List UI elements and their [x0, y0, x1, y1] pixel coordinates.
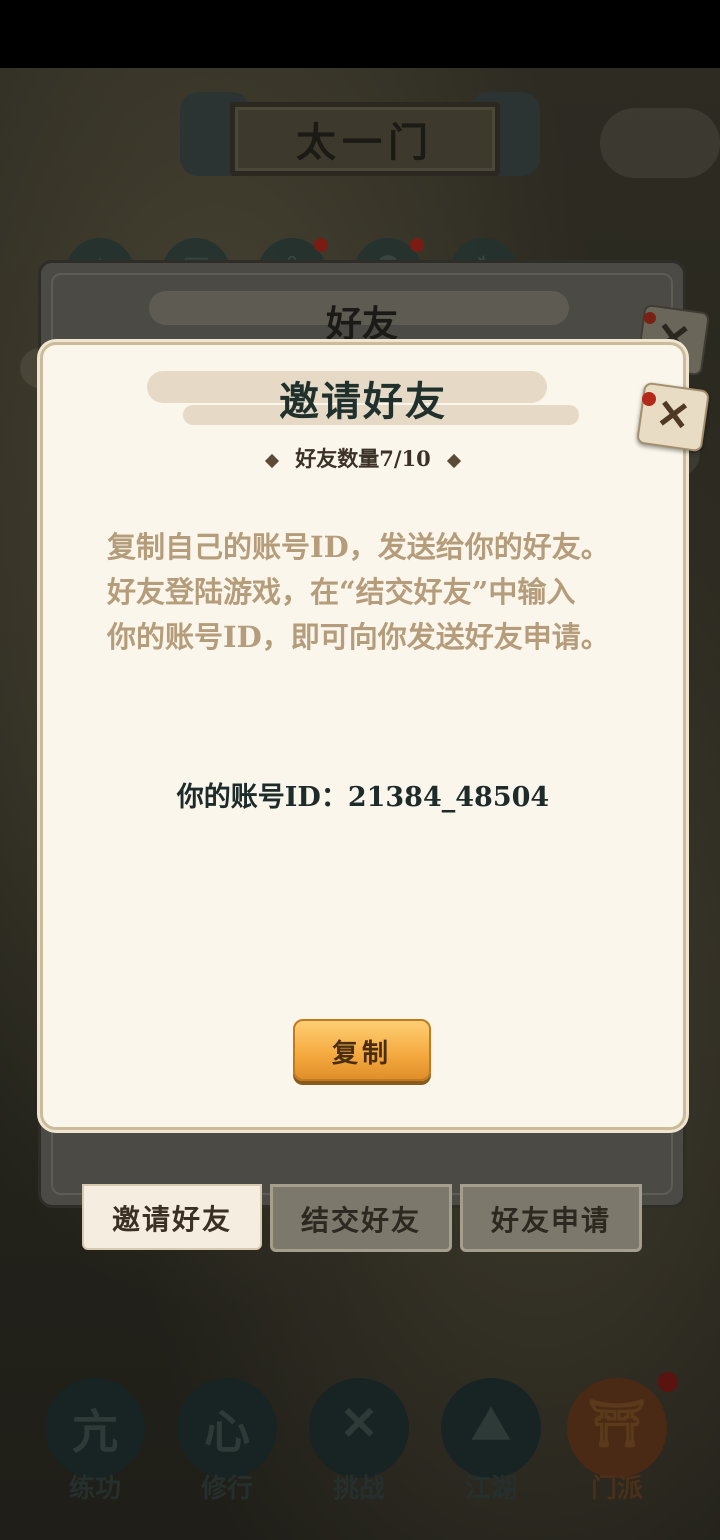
tab-label: 好友申请 [490, 1204, 611, 1237]
tab-label: 结交好友 [300, 1204, 421, 1237]
bottom-nav-jianghu[interactable]: ⛰ 江湖 [436, 1378, 546, 1518]
tab-invite-friend[interactable]: 邀请好友 [82, 1184, 262, 1250]
friend-count-row: 好友数量7/10 [43, 443, 683, 473]
notification-dot [410, 238, 424, 252]
pin-icon [642, 392, 656, 406]
bottom-nav-training[interactable]: 亢 练功 [40, 1378, 150, 1518]
bottom-nav-label: 修行 [200, 1474, 253, 1504]
sect-title: 太一门 [296, 119, 434, 166]
pin-icon [644, 312, 656, 324]
gate-icon-glyph: ⛩ [587, 1396, 647, 1450]
bottom-nav-label: 门派 [590, 1474, 643, 1504]
copy-button-label: 复制 [331, 1039, 392, 1069]
instruction-line: 你的账号ID，即可向你发送好友申请。 [107, 620, 610, 654]
tab-add-friend[interactable]: 结交好友 [270, 1184, 452, 1252]
tab-label: 邀请好友 [111, 1203, 232, 1236]
sect-banner: 太一门 [180, 88, 540, 180]
bottom-nav-label: 练功 [68, 1474, 121, 1504]
invite-friend-dialog: 邀请好友 好友数量7/10 复制自己的账号ID，发送给你的好友。 好友登陆游戏，… [40, 342, 686, 1130]
bottom-nav-challenge[interactable]: ✕ 挑战 [304, 1378, 414, 1518]
swords-icon-glyph: ✕ [339, 1396, 379, 1450]
mountain-icon-glyph: ⛰ [471, 1396, 511, 1450]
notification-dot [658, 1372, 678, 1392]
dialog-title: 邀请好友 [279, 378, 447, 425]
instruction-line: 复制自己的账号ID，发送给你的好友。 [107, 530, 610, 564]
invite-instructions: 复制自己的账号ID，发送给你的好友。 好友登陆游戏，在“结交好友”中输入 你的账… [107, 525, 627, 660]
training-icon-glyph: 亢 [72, 1405, 118, 1459]
bottom-nav-label: 江湖 [464, 1474, 517, 1504]
bottom-nav-sect[interactable]: ⛩ 门派 [562, 1372, 678, 1518]
notification-dot [314, 238, 328, 252]
tab-friend-requests[interactable]: 好友申请 [460, 1184, 642, 1252]
status-bar [0, 0, 720, 68]
diamond-icon [265, 453, 280, 468]
diamond-icon [446, 453, 461, 468]
copy-button[interactable]: 复制 [293, 1019, 431, 1081]
friends-panel-title: 好友 [325, 303, 398, 345]
bottom-nav-label: 挑战 [332, 1474, 385, 1504]
mist-decoration [600, 108, 720, 178]
bottom-nav: 亢 练功 心 修行 ✕ 挑战 ⛰ 江湖 ⛩ 门派 [40, 1372, 680, 1528]
bottom-nav-cultivation[interactable]: 心 修行 [172, 1378, 282, 1518]
instruction-line: 好友登陆游戏，在“结交好友”中输入 [107, 575, 576, 609]
cultivation-icon-glyph: 心 [204, 1405, 250, 1459]
friend-count: 好友数量7/10 [295, 446, 431, 471]
account-id: 你的账号ID：21384_48504 [176, 782, 550, 813]
